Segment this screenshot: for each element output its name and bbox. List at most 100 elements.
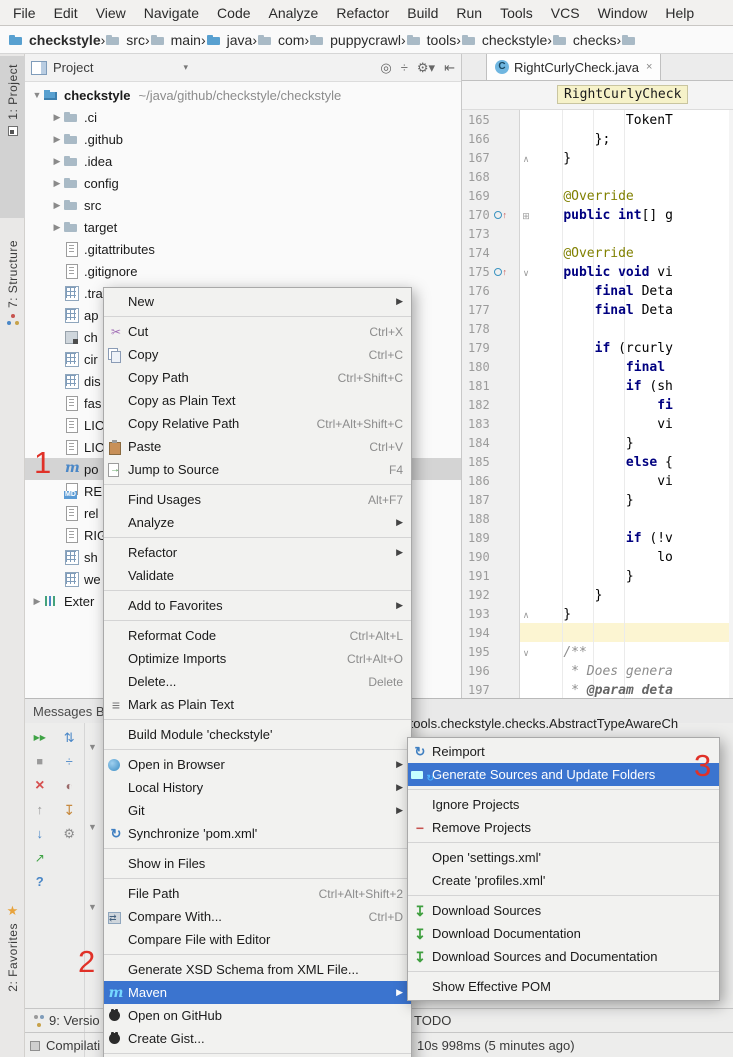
breadcrumb-item[interactable]: src xyxy=(105,32,145,48)
menu-item-ignore-projects[interactable]: Ignore Projects xyxy=(408,793,719,816)
menu-item-delete-[interactable]: Delete...Delete xyxy=(104,670,411,693)
menu-item-compare-file-with-editor[interactable]: Compare File with Editor xyxy=(104,928,411,951)
menu-item-open-settings-xml-[interactable]: Open 'settings.xml' xyxy=(408,846,719,869)
menu-item-reimport[interactable]: Reimport xyxy=(408,740,719,763)
menu-item-add-to-favorites[interactable]: Add to Favorites▶ xyxy=(104,594,411,617)
menu-item-remove-projects[interactable]: Remove Projects xyxy=(408,816,719,839)
tree-expand-icon[interactable]: ▶ xyxy=(51,134,63,145)
breadcrumb-item[interactable]: checkstyle xyxy=(8,32,101,48)
collapse-all-icon[interactable]: ÷ xyxy=(66,751,73,775)
tree-item-gitignore[interactable]: .gitignore xyxy=(25,260,461,282)
breadcrumb-chip[interactable]: RightCurlyCheck xyxy=(557,85,688,104)
menubar-item-run[interactable]: Run xyxy=(447,0,491,26)
breadcrumb-item[interactable] xyxy=(621,32,642,48)
menu-item-copy[interactable]: CopyCtrl+C xyxy=(104,343,411,366)
todo-button[interactable]: TODO xyxy=(414,1013,451,1028)
menu-item-synchronize-pom-xml-[interactable]: Synchronize 'pom.xml' xyxy=(104,822,411,845)
project-view-dropdown-icon[interactable]: ▾ xyxy=(183,62,188,73)
menubar-item-window[interactable]: Window xyxy=(589,0,657,26)
menu-item-local-history[interactable]: Local History▶ xyxy=(104,776,411,799)
tree-expand-icon[interactable]: ▶ xyxy=(51,178,63,189)
menu-item-copy-path[interactable]: Copy PathCtrl+Shift+C xyxy=(104,366,411,389)
export-icon[interactable]: ↗ xyxy=(35,847,45,871)
menu-item-validate[interactable]: Validate xyxy=(104,564,411,587)
breadcrumb-item[interactable]: checkstyle xyxy=(461,32,547,48)
tree-item-github[interactable]: ▶.github xyxy=(25,128,461,150)
breadcrumb-item[interactable]: com xyxy=(257,32,304,48)
menu-item-analyze[interactable]: Analyze▶ xyxy=(104,511,411,534)
menu-item-generate-sources-and-update-folders[interactable]: Generate Sources and Update Folders xyxy=(408,763,719,786)
tree-expand-icon[interactable]: ▼ xyxy=(31,90,43,100)
menu-item-file-path[interactable]: File PathCtrl+Alt+Shift+2 xyxy=(104,882,411,905)
menu-item-create-gist-[interactable]: Create Gist... xyxy=(104,1027,411,1050)
menu-item-jump-to-source[interactable]: Jump to SourceF4 xyxy=(104,458,411,481)
close-icon[interactable]: × xyxy=(35,775,44,799)
tree-item-checkstyle[interactable]: ▼checkstyle~/java/github/checkstyle/chec… xyxy=(25,84,461,106)
menu-item-reformat-code[interactable]: Reformat CodeCtrl+Alt+L xyxy=(104,624,411,647)
code-area[interactable]: 165 TokenT166 };167∧ }168 169 @Override1… xyxy=(462,110,733,700)
menu-item-copy-relative-path[interactable]: Copy Relative PathCtrl+Alt+Shift+C xyxy=(104,412,411,435)
override-icon[interactable] xyxy=(494,211,502,219)
menu-item-show-effective-pom[interactable]: Show Effective POM xyxy=(408,975,719,998)
menubar-item-view[interactable]: View xyxy=(87,0,135,26)
console-expander-icon[interactable]: ▼ xyxy=(88,902,97,912)
override-icon[interactable] xyxy=(494,268,502,276)
menu-item-open-on-github[interactable]: Open on GitHub xyxy=(104,1004,411,1027)
settings-icon[interactable]: ⚙ xyxy=(63,823,75,847)
up-icon[interactable]: ↑ xyxy=(37,799,44,823)
tree-expand-icon[interactable]: ▶ xyxy=(51,222,63,233)
down-icon[interactable]: ↓ xyxy=(37,823,44,847)
console-expander-icon[interactable]: ▼ xyxy=(88,822,97,832)
close-tab-icon[interactable]: × xyxy=(646,61,652,73)
fold-marker-icon[interactable]: ⊞ xyxy=(520,207,532,224)
menubar-item-tools[interactable]: Tools xyxy=(491,0,542,26)
menu-item-find-usages[interactable]: Find UsagesAlt+F7 xyxy=(104,488,411,511)
tool-tab-project[interactable]: 1: Project xyxy=(0,56,25,218)
rerun-icon[interactable]: ▶▶ xyxy=(34,727,46,751)
menubar-item-help[interactable]: Help xyxy=(656,0,703,26)
tree-item-config[interactable]: ▶config xyxy=(25,172,461,194)
tree-expand-icon[interactable]: ▶ xyxy=(51,156,63,167)
breadcrumb-item[interactable]: tools xyxy=(406,32,457,48)
locate-icon[interactable]: ◎ xyxy=(380,60,391,76)
tree-expand-icon[interactable]: ▶ xyxy=(51,200,63,211)
menubar-item-edit[interactable]: Edit xyxy=(45,0,87,26)
menu-item-mark-as-plain-text[interactable]: Mark as Plain Text xyxy=(104,693,411,716)
menu-item-download-documentation[interactable]: Download Documentation xyxy=(408,922,719,945)
menu-item-new[interactable]: New▶ xyxy=(104,290,411,313)
filter-icon[interactable]: ◐ xyxy=(66,775,73,799)
menu-item-refactor[interactable]: Refactor▶ xyxy=(104,541,411,564)
fold-marker-icon[interactable]: ∨ xyxy=(520,264,532,281)
tree-item-gitattributes[interactable]: .gitattributes xyxy=(25,238,461,260)
collapse-all-icon[interactable]: ÷ xyxy=(401,60,408,75)
menu-item-optimize-imports[interactable]: Optimize ImportsCtrl+Alt+O xyxy=(104,647,411,670)
breadcrumb-item[interactable]: main xyxy=(150,32,201,48)
menu-item-git[interactable]: Git▶ xyxy=(104,799,411,822)
menu-item-copy-as-plain-text[interactable]: Copy as Plain Text xyxy=(104,389,411,412)
menu-item-download-sources-and-documentation[interactable]: Download Sources and Documentation xyxy=(408,945,719,968)
tree-item-ci[interactable]: ▶.ci xyxy=(25,106,461,128)
menubar-item-vcs[interactable]: VCS xyxy=(542,0,589,26)
tree-item-target[interactable]: ▶target xyxy=(25,216,461,238)
console-expander-icon[interactable]: ▼ xyxy=(88,742,97,752)
menu-item-show-in-files[interactable]: Show in Files xyxy=(104,852,411,875)
tool-tab-structure[interactable]: 7: Structure xyxy=(0,234,25,364)
tree-item-src[interactable]: ▶src xyxy=(25,194,461,216)
editor-scrollbar[interactable] xyxy=(729,110,733,700)
expand-all-icon[interactable]: ⇅ xyxy=(64,727,75,751)
hide-panel-icon[interactable]: ⇤ xyxy=(444,60,455,76)
help-icon[interactable]: ? xyxy=(36,871,44,895)
menu-item-generate-xsd-schema-from-xml-file-[interactable]: Generate XSD Schema from XML File... xyxy=(104,958,411,981)
menubar-item-refactor[interactable]: Refactor xyxy=(327,0,398,26)
tool-tab-favorites[interactable]: ★ 2: Favorites xyxy=(0,899,25,1019)
gear-icon[interactable]: ⚙▾ xyxy=(417,60,435,76)
menu-item-compare-with-[interactable]: Compare With...Ctrl+D xyxy=(104,905,411,928)
menubar-item-file[interactable]: File xyxy=(4,0,45,26)
menubar-item-navigate[interactable]: Navigate xyxy=(135,0,208,26)
menu-item-paste[interactable]: PasteCtrl+V xyxy=(104,435,411,458)
editor-tab-rightcurlycheck[interactable]: C RightCurlyCheck.java × xyxy=(486,54,661,81)
menu-item-build-module-checkstyle-[interactable]: Build Module 'checkstyle' xyxy=(104,723,411,746)
menu-item-download-sources[interactable]: Download Sources xyxy=(408,899,719,922)
tree-item-idea[interactable]: ▶.idea xyxy=(25,150,461,172)
fold-marker-icon[interactable]: ∧ xyxy=(520,150,532,167)
